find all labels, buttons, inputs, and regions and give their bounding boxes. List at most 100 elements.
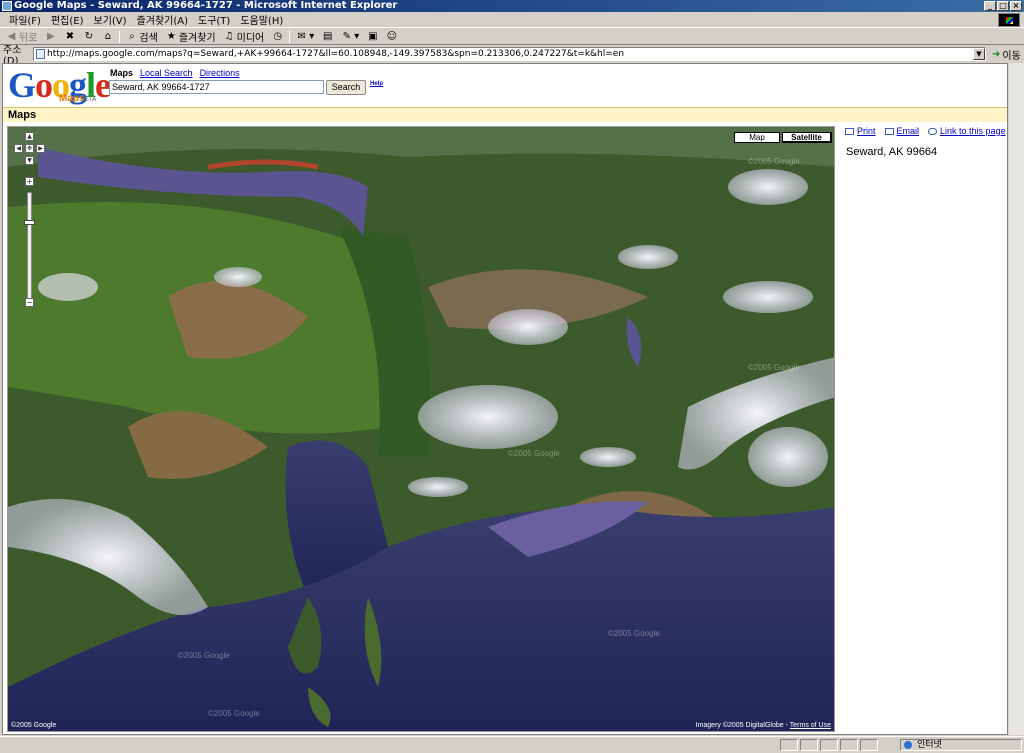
media-icon: ♫ <box>224 31 234 42</box>
map-watermark: ©2005 Google <box>748 363 800 372</box>
service-tabs: Maps Local Search Directions <box>110 68 240 78</box>
go-arrow-icon: ➜ <box>992 48 1001 60</box>
page-actions: Print Email Link to this page <box>845 126 1006 136</box>
menu-help[interactable]: 도움말(H) <box>235 12 288 27</box>
map-watermark: ©2005 Google <box>208 709 260 718</box>
status-cell <box>860 739 878 751</box>
map-watermark: ©2005 Google <box>178 651 230 660</box>
satellite-imagery <box>8 127 834 731</box>
toolbar-separator <box>289 30 291 43</box>
map-type-map-button[interactable]: Map <box>734 132 780 143</box>
zoom-out-button[interactable]: − <box>25 298 34 307</box>
pan-down-button[interactable]: ▼ <box>25 156 34 165</box>
status-text <box>2 739 62 752</box>
minimize-button[interactable]: _ <box>984 1 996 11</box>
address-input[interactable]: http://maps.google.com/maps?q=Seward,+AK… <box>33 47 986 61</box>
satellite-map[interactable]: ©2005 Google ©2005 Google ©2005 Google ©… <box>7 126 835 732</box>
zoom-slider[interactable] <box>24 192 35 304</box>
vertical-scrollbar[interactable] <box>1008 63 1024 735</box>
home-button[interactable]: ⌂ <box>100 31 115 42</box>
refresh-icon: ↻ <box>84 31 94 42</box>
search-input[interactable]: Seward, AK 99664-1727 <box>109 80 324 94</box>
imagery-credit: Imagery ©2005 DigitalGlobe - Terms of Us… <box>695 722 831 729</box>
tab-maps: Maps <box>110 68 134 78</box>
page-title-band: Maps <box>3 107 1007 122</box>
messenger-icon: ☺ <box>386 31 398 42</box>
stop-icon: ✖ <box>65 31 75 42</box>
favorites-button[interactable]: ★ 즐겨찾기 <box>164 29 218 44</box>
status-cell <box>820 739 838 751</box>
menu-view[interactable]: 보기(V) <box>89 12 132 27</box>
discuss-icon: ▣ <box>368 31 378 42</box>
window-title-bar: Google Maps - Seward, AK 99664-1727 - Mi… <box>0 0 1024 12</box>
map-type-satellite-button[interactable]: Satellite <box>782 132 832 143</box>
zone-label: 인터넷 <box>917 740 942 750</box>
email-link[interactable]: Email <box>884 126 919 136</box>
pan-right-button[interactable]: ▶ <box>36 144 45 153</box>
status-bar: 인터넷 <box>0 736 1024 753</box>
search-submit-button[interactable]: Search <box>326 80 366 95</box>
menu-tools[interactable]: 도구(T) <box>193 12 235 27</box>
print-button[interactable]: ▤ <box>320 31 335 42</box>
location-address: Seward, AK 99664 <box>846 146 938 158</box>
maximize-button[interactable]: □ <box>997 1 1009 11</box>
messenger-button[interactable]: ☺ <box>384 31 399 42</box>
toolbar: ◀ 뒤로 ▶ ✖ ↻ ⌂ ⌕ 검색 ★ 즐겨찾기 ♫ 미디어 ◷ ✉ ▾ ▤ ✎ ▾… <box>0 29 1024 45</box>
forward-arrow-icon: ▶ <box>47 31 55 42</box>
search-icon: ⌕ <box>129 31 135 42</box>
status-cell <box>780 739 798 751</box>
mail-button[interactable]: ✉ ▾ <box>294 31 316 42</box>
printer-icon: ▤ <box>323 31 333 42</box>
pan-left-button[interactable]: ◀ <box>14 144 23 153</box>
map-watermark: ©2005 Google <box>608 629 660 638</box>
chain-link-icon <box>928 127 938 135</box>
menu-file[interactable]: 파일(F) <box>4 12 46 27</box>
favorites-icon: ★ <box>166 31 176 42</box>
forward-button[interactable]: ▶ <box>43 31 58 42</box>
zoom-slider-thumb[interactable] <box>24 220 35 225</box>
map-type-switch: Map Satellite <box>734 132 832 143</box>
history-button[interactable]: ◷ <box>270 31 285 42</box>
page-icon <box>36 49 45 59</box>
refresh-button[interactable]: ↻ <box>81 31 96 42</box>
go-button[interactable]: ➜ 이동 <box>992 47 1021 62</box>
menu-edit[interactable]: 편집(E) <box>46 12 89 27</box>
discuss-button[interactable]: ▣ <box>365 31 380 42</box>
search-button[interactable]: ⌕ 검색 <box>124 29 159 44</box>
beta-label: BETA <box>81 96 97 103</box>
windows-logo-icon <box>998 13 1020 27</box>
menu-bar: 파일(F) 편집(E) 보기(V) 즐겨찾기(A) 도구(T) 도움말(H) <box>0 12 1024 28</box>
print-link[interactable]: Print <box>845 126 876 136</box>
tab-directions[interactable]: Directions <box>200 68 240 78</box>
window-title: Google Maps - Seward, AK 99664-1727 - Mi… <box>14 0 398 11</box>
address-bar: 주소(D) http://maps.google.com/maps?q=Sewa… <box>0 45 1024 67</box>
menu-favorites[interactable]: 즐겨찾기(A) <box>132 12 193 27</box>
pan-up-button[interactable]: ▲ <box>25 132 34 141</box>
pan-center-button[interactable]: ✥ <box>25 144 34 153</box>
tab-local-search[interactable]: Local Search <box>140 68 193 78</box>
media-button[interactable]: ♫ 미디어 <box>222 29 267 44</box>
edit-button[interactable]: ✎ ▾ <box>339 31 361 42</box>
map-watermark: ©2005 Google <box>508 449 560 458</box>
stop-button[interactable]: ✖ <box>62 31 77 42</box>
zoom-in-button[interactable]: + <box>25 177 34 186</box>
edit-icon: ✎ <box>342 31 351 42</box>
help-link[interactable]: Help <box>370 81 383 87</box>
map-navigation-control: ▲ ◀ ✥ ▶ ▼ + − <box>13 132 47 312</box>
history-icon: ◷ <box>273 31 283 42</box>
link-to-page-link[interactable]: Link to this page <box>928 126 1006 136</box>
map-copyright: ©2005 Google <box>11 722 57 729</box>
address-dropdown-button[interactable]: ▼ <box>973 48 985 60</box>
status-cell <box>840 739 858 751</box>
page-viewport: Google Maps BETA Maps Local Search Direc… <box>2 63 1008 735</box>
printer-icon <box>845 127 854 135</box>
envelope-icon <box>884 127 894 135</box>
mail-icon: ✉ <box>297 31 306 42</box>
toolbar-separator <box>119 30 121 43</box>
security-zone: 인터넷 <box>900 739 1022 751</box>
status-cell <box>800 739 818 751</box>
map-watermark: ©2005 Google <box>748 157 800 166</box>
close-button[interactable]: × <box>1010 1 1022 11</box>
home-icon: ⌂ <box>104 31 112 42</box>
terms-of-use-link[interactable]: Terms of Use <box>790 722 831 729</box>
